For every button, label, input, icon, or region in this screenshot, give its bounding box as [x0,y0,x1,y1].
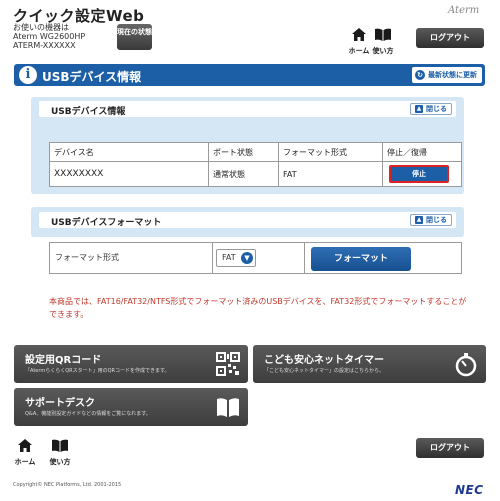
book-icon [52,439,68,452]
collapse-label: 閉じる [426,216,447,224]
tile-desc: Q&A、機能別設定ガイドなどの情報をご覧になれます。 [25,411,151,417]
tile-desc: 「こども安心ネットタイマー」の設定はこちらから。 [264,368,385,374]
device-id: ATERM-XXXXXX [13,41,76,50]
tile-title: こども安心ネットタイマー [264,355,384,366]
tile-title: サポートデスク [25,398,95,409]
tile-title: 設定用QRコード [25,355,102,366]
format-note: 本商品では、FAT16/FAT32/NTFS形式でフォーマット済みのUSBデバイ… [49,297,467,319]
footer-usage-nav[interactable]: 使い方 [48,437,72,467]
qr-code-tile[interactable]: 設定用QRコード 「AtermらくらくQRスタート」用のQRコードを作成できます… [14,345,248,383]
copyright: Copyright© NEC Platforms, Ltd. 2001-2015 [13,482,122,488]
aterm-logo: Aterm [448,5,480,16]
collapse-button[interactable]: ▲ 閉じる [410,103,452,115]
section-header: USBデバイス情報 ▲ 閉じる [39,101,456,117]
logout-button[interactable]: ログアウト [416,28,484,48]
header: クイック設定Web お使いの機器は Aterm WG2600HP ATERM-X… [0,0,500,57]
device-table: デバイス名 ポート状態 フォーマット形式 停止／復帰 XXXXXXXX 通常状態… [49,142,462,187]
format-select[interactable]: FAT ▼ [216,249,256,267]
col-format: フォーマット形式 [278,142,383,162]
support-desk-tile[interactable]: サポートデスク Q&A、機能別設定ガイドなどの情報をご覧になれます。 [14,388,248,426]
stopwatch-icon [455,353,477,377]
tile-desc: 「AtermらくらくQRスタート」用のQRコードを作成できます。 [25,368,170,374]
home-nav[interactable]: ホーム [347,26,371,56]
qr-code-icon [216,352,240,376]
stop-cell: 停止 [382,161,462,187]
footer-logout-button[interactable]: ログアウト [416,438,484,458]
col-port-state: ポート状態 [208,142,279,162]
device-format: FAT [278,161,383,187]
home-icon [18,439,32,452]
refresh-label: 最新状態に更新 [428,71,477,79]
page-title-bar: i USBデバイス情報 ↻ 最新状態に更新 [14,64,485,86]
kids-timer-tile[interactable]: こども安心ネットタイマー 「こども安心ネットタイマー」の設定はこちらから。 [253,345,486,383]
table-row: XXXXXXXX 通常状態 FAT 停止 [49,161,462,187]
page-title: USBデバイス情報 [42,70,142,84]
device-name: XXXXXXXX [49,161,209,187]
chevron-up-icon: ▲ [415,105,423,113]
current-state-button[interactable]: 現在の状態 [117,24,152,50]
footer-home-nav[interactable]: ホーム [13,437,37,467]
section-header: USBデバイスフォーマット ▲ 閉じる [39,212,456,228]
home-label: ホーム [14,458,36,466]
home-icon [352,28,366,41]
section-title: USBデバイスフォーマット [51,218,162,228]
format-select-cell: FAT ▼ [213,243,305,273]
usage-label: 使い方 [372,47,394,55]
col-stop-resume: 停止／復帰 [382,142,462,162]
port-state: 通常状態 [208,161,279,187]
info-icon: i [19,66,37,84]
collapse-label: 閉じる [426,105,447,113]
table-header-row: デバイス名 ポート状態 フォーマット形式 停止／復帰 [49,142,462,162]
col-device-name: デバイス名 [49,142,209,162]
stop-button[interactable]: 停止 [389,165,449,183]
chevron-up-icon: ▲ [415,216,423,224]
usage-label: 使い方 [49,458,71,466]
nec-logo: NEC [455,483,484,497]
book-icon [375,28,391,41]
format-select-value: FAT [222,253,236,262]
refresh-button[interactable]: ↻ 最新状態に更新 [412,67,482,83]
collapse-button[interactable]: ▲ 閉じる [410,214,452,226]
home-label: ホーム [348,47,370,55]
refresh-icon: ↻ [415,70,425,80]
chevron-down-icon: ▼ [241,252,253,264]
usb-format-panel: USBデバイスフォーマット ▲ 閉じる [31,207,464,237]
section-title: USBデバイス情報 [51,107,126,117]
format-button[interactable]: フォーマット [311,247,411,271]
format-field-label: フォーマット形式 [50,243,213,273]
book-icon [217,398,239,417]
usage-nav[interactable]: 使い方 [371,26,395,56]
format-row: フォーマット形式 FAT ▼ フォーマット [49,242,462,274]
